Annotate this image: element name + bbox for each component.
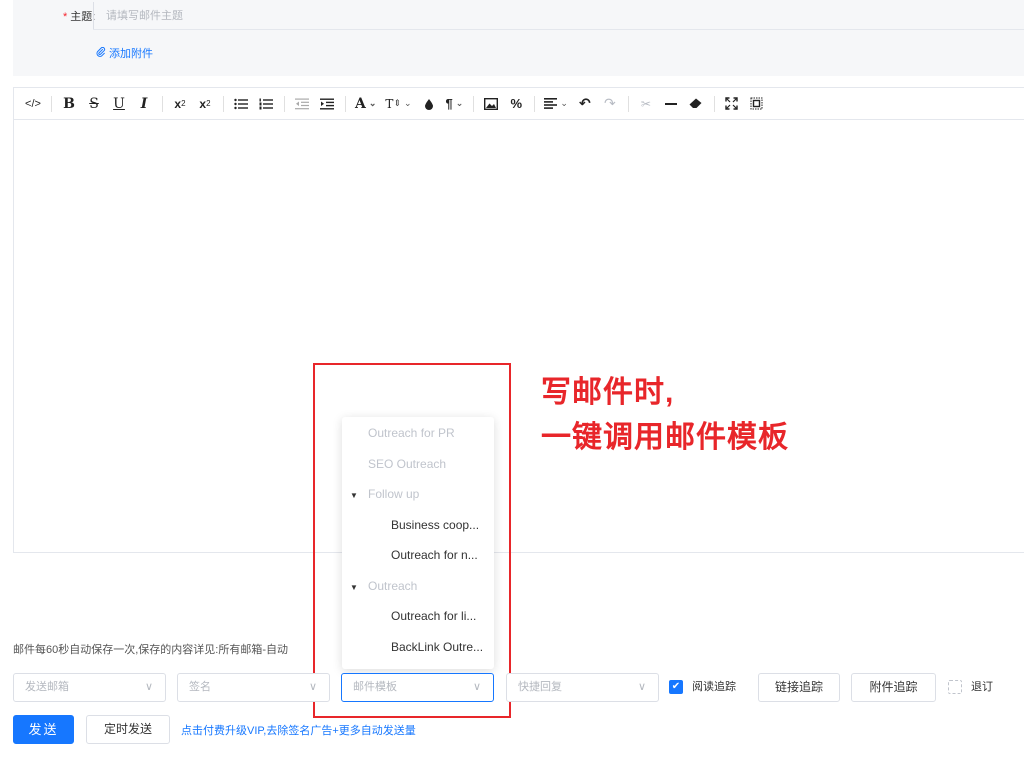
toolbar-divider [713,95,715,112]
quick-reply-select[interactable]: 快捷回复 ∨ [506,673,659,702]
bullet-list-icon[interactable] [230,93,252,115]
sender-mailbox-placeholder: 发送邮箱 [25,681,69,693]
template-group-outreach[interactable]: ▼ Outreach [342,571,494,602]
annotation-callout: 写邮件时, 一键调用邮件模板 [541,370,789,460]
bold-icon[interactable]: B [58,93,80,115]
strikethrough-icon[interactable]: S [83,93,105,115]
redo-icon[interactable]: ↷ [599,93,621,115]
attachment-tracking-button[interactable]: 附件追踪 [851,673,936,702]
autosave-note: 邮件每60秒自动保存一次,保存的内容详见:所有邮箱-自动 [13,644,289,656]
toolbar-divider [473,95,475,112]
fullscreen-icon[interactable] [721,93,743,115]
template-option[interactable]: Outreach for li... [342,601,494,632]
numbered-list-icon[interactable] [255,93,277,115]
align-icon[interactable]: ⌄ [541,93,571,115]
source-code-icon[interactable]: </> [22,93,44,115]
template-group-follow-up[interactable]: ▼ Follow up [342,479,494,510]
sender-mailbox-select[interactable]: 发送邮箱 ∨ [13,673,166,702]
unsubscribe-checkbox[interactable] [948,680,962,694]
scheduled-send-button[interactable]: 定时发送 [86,715,170,744]
chevron-down-icon: ⌄ [403,98,412,109]
outdent-icon[interactable] [291,93,313,115]
font-color-icon[interactable]: A ⌄ [352,93,379,115]
highlight-icon[interactable] [418,93,440,115]
template-option[interactable]: Outreach for n... [342,540,494,571]
template-option[interactable]: Business coop... [342,510,494,541]
paragraph-icon[interactable]: ¶ ⌄ [443,93,467,115]
chevron-down-icon: ⌄ [368,98,377,109]
subject-panel: *主题: 添加附件 [13,0,1024,76]
read-tracking-label: 阅读追踪 [692,681,736,693]
chevron-down-icon: ⌄ [560,98,568,108]
indent-icon[interactable] [316,93,338,115]
toolbar-divider [627,95,629,112]
cut-icon[interactable]: ✂ [635,93,657,115]
chevron-down-icon: ∨ [472,681,481,693]
template-option: Outreach for PR [368,426,455,440]
toolbar-divider [284,95,285,112]
required-mark: * [63,11,68,23]
email-template-placeholder: 邮件模板 [353,681,397,693]
toolbar-divider [534,95,536,112]
signature-placeholder: 签名 [189,681,211,693]
subject-label-text: 主题: [70,11,96,23]
annotation-line-1: 写邮件时, [541,376,675,409]
paperclip-icon [96,46,106,60]
toolbar-divider [162,95,163,112]
quick-reply-placeholder: 快捷回复 [518,681,562,693]
subject-label: * 主题: [63,8,95,24]
caret-down-icon: ▼ [350,491,358,500]
link-tracking-button[interactable]: 链接追踪 [758,673,840,702]
caret-down-icon: ▼ [350,582,358,592]
add-attachment-label: 添加附件 [109,48,153,60]
subscript-icon[interactable]: x2 [194,93,216,115]
preview-icon[interactable] [746,93,768,115]
font-size-icon[interactable]: T ⇕ ⌄ [382,93,414,115]
add-attachment-link[interactable]: 添加附件 [96,45,153,61]
template-option: SEO Outreach [368,456,447,471]
template-dropdown-menu: Outreach for PR SEO Outreach ▼ Follow up … [342,417,494,669]
email-editor: </> B S U I x2 x2 A ⌄ T ⇕ ⌄ ¶ ⌄ % ⌄ ↶ ↷ … [13,87,1024,553]
annotation-line-2: 一键调用邮件模板 [541,421,789,454]
checkmark-icon: ✔ [671,681,681,692]
toolbar-divider [51,95,52,112]
undo-icon[interactable]: ↶ [574,93,596,115]
template-group-label: Outreach [368,578,418,593]
read-tracking-checkbox[interactable]: ✔ [669,680,683,694]
template-group-label: Follow up [368,487,420,501]
unsubscribe-label: 退订 [971,681,993,693]
italic-icon[interactable]: I [133,93,155,115]
link-icon[interactable]: % [505,93,527,115]
image-icon[interactable] [480,93,502,115]
chevron-down-icon: ⌄ [455,98,464,108]
send-button[interactable]: 发送 [13,715,74,744]
editor-toolbar: </> B S U I x2 x2 A ⌄ T ⇕ ⌄ ¶ ⌄ % ⌄ ↶ ↷ … [14,88,1024,120]
subject-input[interactable] [93,2,1024,29]
toolbar-divider [345,95,346,112]
subject-divider [93,29,1024,30]
chevron-down-icon: ∨ [637,681,646,693]
toolbar-divider [223,95,224,112]
chevron-down-icon: ∨ [308,681,317,693]
email-template-select[interactable]: 邮件模板 ∨ [341,673,494,702]
template-option[interactable]: BackLink Outre... [342,632,494,663]
signature-select[interactable]: 签名 ∨ [177,673,330,702]
eraser-icon[interactable] [685,93,707,115]
editor-content-area[interactable] [14,120,1024,552]
underline-icon[interactable]: U [108,93,130,115]
upgrade-vip-link[interactable]: 点击付费升级VIP,去除签名广告+更多自动发送量 [181,722,416,738]
chevron-down-icon: ∨ [144,681,153,693]
superscript-icon[interactable]: x2 [169,93,191,115]
horizontal-rule-icon[interactable] [660,93,682,115]
